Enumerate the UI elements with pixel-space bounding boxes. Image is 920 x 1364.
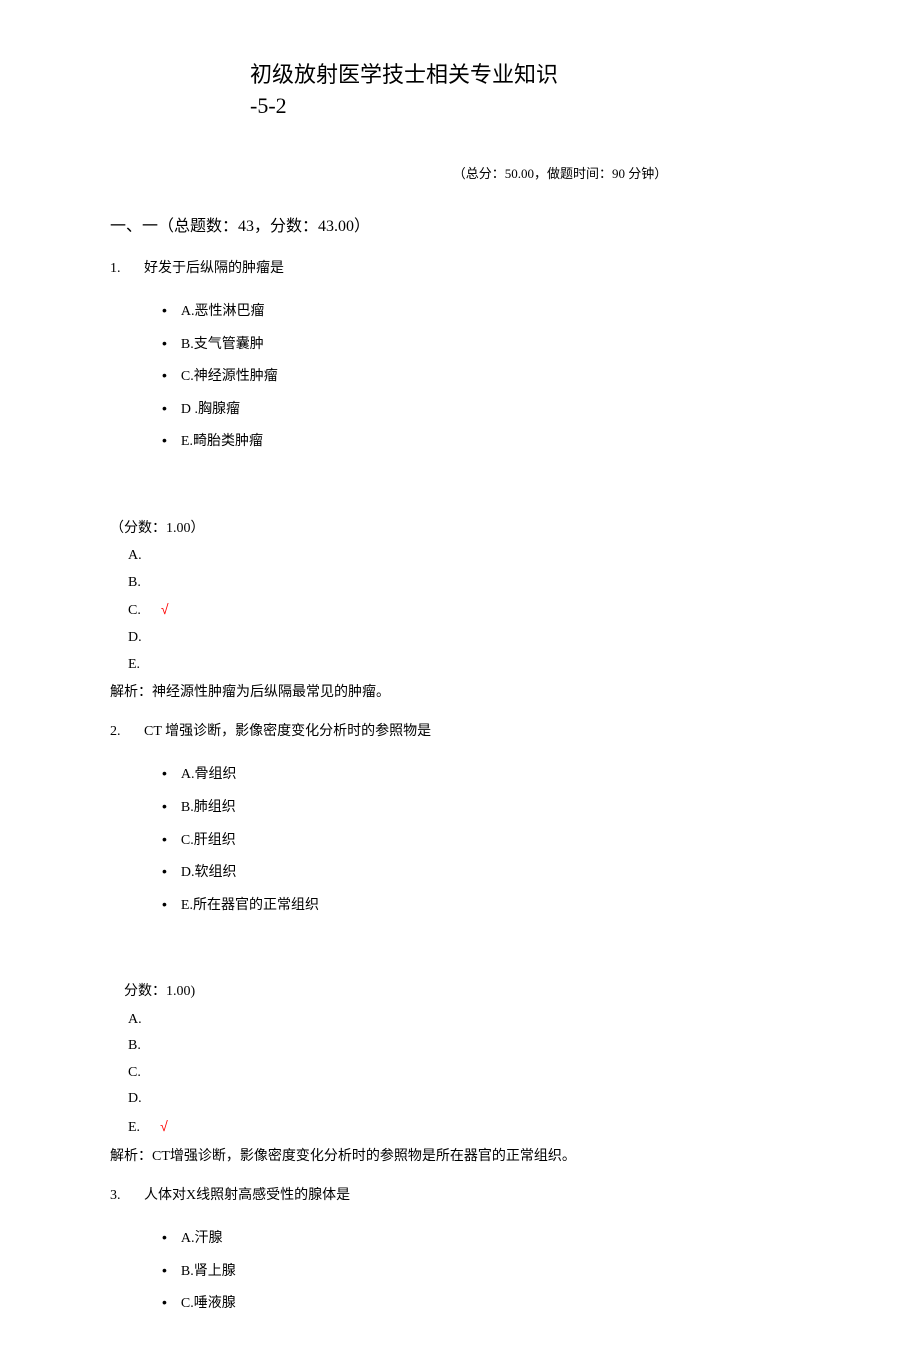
- bullet-icon: •: [162, 831, 167, 847]
- question-text: 2. CT 增强诊断，影像密度变化分析时的参照物是: [110, 719, 810, 744]
- option-a: •A.骨组织: [162, 760, 810, 789]
- bullet-icon: •: [162, 302, 167, 318]
- bullet-icon: •: [162, 896, 167, 912]
- explanation: 解析：CT增强诊断，影像密度变化分析时的参照物是所在器官的正常组织。: [110, 1144, 810, 1169]
- option-c: •C.肝组织: [162, 826, 810, 855]
- answer-c: C.: [128, 1060, 810, 1087]
- question-text: 1. 好发于后纵隔的肿瘤是: [110, 256, 810, 281]
- bullet-icon: •: [162, 1229, 167, 1245]
- answer-d: D.: [128, 1086, 810, 1113]
- page-title: 初级放射医学技士相关专业知识 -5-2: [250, 60, 810, 122]
- bullet-icon: •: [162, 432, 167, 448]
- question-content: 人体对X线照射高感受性的腺体是: [144, 1188, 350, 1203]
- answer-choices: A. B. C. D. E.√: [128, 1007, 810, 1142]
- option-d: •D .胸腺瘤: [162, 395, 810, 424]
- question-number: 1.: [110, 256, 121, 281]
- question-number: 2.: [110, 719, 121, 744]
- option-e: •E.畸胎类肿瘤: [162, 427, 810, 456]
- check-icon: √: [160, 1118, 168, 1134]
- question-2: 2. CT 增强诊断，影像密度变化分析时的参照物是 •A.骨组织 •B.肺组织 …: [110, 719, 810, 1169]
- options-list: •A.汗腺 •B.肾上腺 •C.唾液腺: [162, 1224, 810, 1318]
- bullet-icon: •: [162, 400, 167, 416]
- section-header: 一、一（总题数：43，分数：43.00）: [110, 213, 810, 242]
- option-a: •A.恶性淋巴瘤: [162, 297, 810, 326]
- answer-c: C.√: [128, 596, 810, 625]
- title-line2: -5-2: [250, 91, 810, 122]
- exam-info: （总分：50.00，做题时间：90 分钟）: [310, 162, 810, 185]
- answer-e: E.√: [128, 1113, 810, 1142]
- question-1: 1. 好发于后纵隔的肿瘤是 •A.恶性淋巴瘤 •B.支气管囊肿 •C.神经源性肿…: [110, 256, 810, 706]
- answer-e: E.: [128, 652, 810, 679]
- answer-d: D.: [128, 625, 810, 652]
- options-list: •A.骨组织 •B.肺组织 •C.肝组织 •D.软组织 •E.所在器官的正常组织: [162, 760, 810, 919]
- answer-choices: A. B. C.√ D. E.: [128, 543, 810, 678]
- bullet-icon: •: [162, 367, 167, 383]
- option-b: •B.支气管囊肿: [162, 330, 810, 359]
- bullet-icon: •: [162, 335, 167, 351]
- option-b: •B.肺组织: [162, 793, 810, 822]
- score-label: 分数：1.00): [124, 979, 810, 1004]
- question-text: 3. 人体对X线照射高感受性的腺体是: [110, 1183, 810, 1208]
- answer-b: B.: [128, 1033, 810, 1060]
- answer-a: A.: [128, 543, 810, 570]
- option-a: •A.汗腺: [162, 1224, 810, 1253]
- check-icon: √: [161, 601, 169, 617]
- bullet-icon: •: [162, 765, 167, 781]
- score-label: （分数：1.00）: [110, 516, 810, 541]
- bullet-icon: •: [162, 798, 167, 814]
- option-b: •B.肾上腺: [162, 1257, 810, 1286]
- bullet-icon: •: [162, 1294, 167, 1310]
- option-c: •C.神经源性肿瘤: [162, 362, 810, 391]
- option-c: •C.唾液腺: [162, 1289, 810, 1318]
- option-e: •E.所在器官的正常组织: [162, 891, 810, 920]
- question-number: 3.: [110, 1183, 121, 1208]
- bullet-icon: •: [162, 1262, 167, 1278]
- options-list: •A.恶性淋巴瘤 •B.支气管囊肿 •C.神经源性肿瘤 •D .胸腺瘤 •E.畸…: [162, 297, 810, 456]
- option-d: •D.软组织: [162, 858, 810, 887]
- answer-a: A.: [128, 1007, 810, 1034]
- bullet-icon: •: [162, 863, 167, 879]
- question-content: 好发于后纵隔的肿瘤是: [144, 261, 284, 276]
- title-line1: 初级放射医学技士相关专业知识: [250, 60, 810, 91]
- question-3: 3. 人体对X线照射高感受性的腺体是 •A.汗腺 •B.肾上腺 •C.唾液腺: [110, 1183, 810, 1318]
- question-content: CT 增强诊断，影像密度变化分析时的参照物是: [144, 724, 431, 739]
- explanation: 解析：神经源性肿瘤为后纵隔最常见的肿瘤。: [110, 680, 810, 705]
- answer-b: B.: [128, 570, 810, 597]
